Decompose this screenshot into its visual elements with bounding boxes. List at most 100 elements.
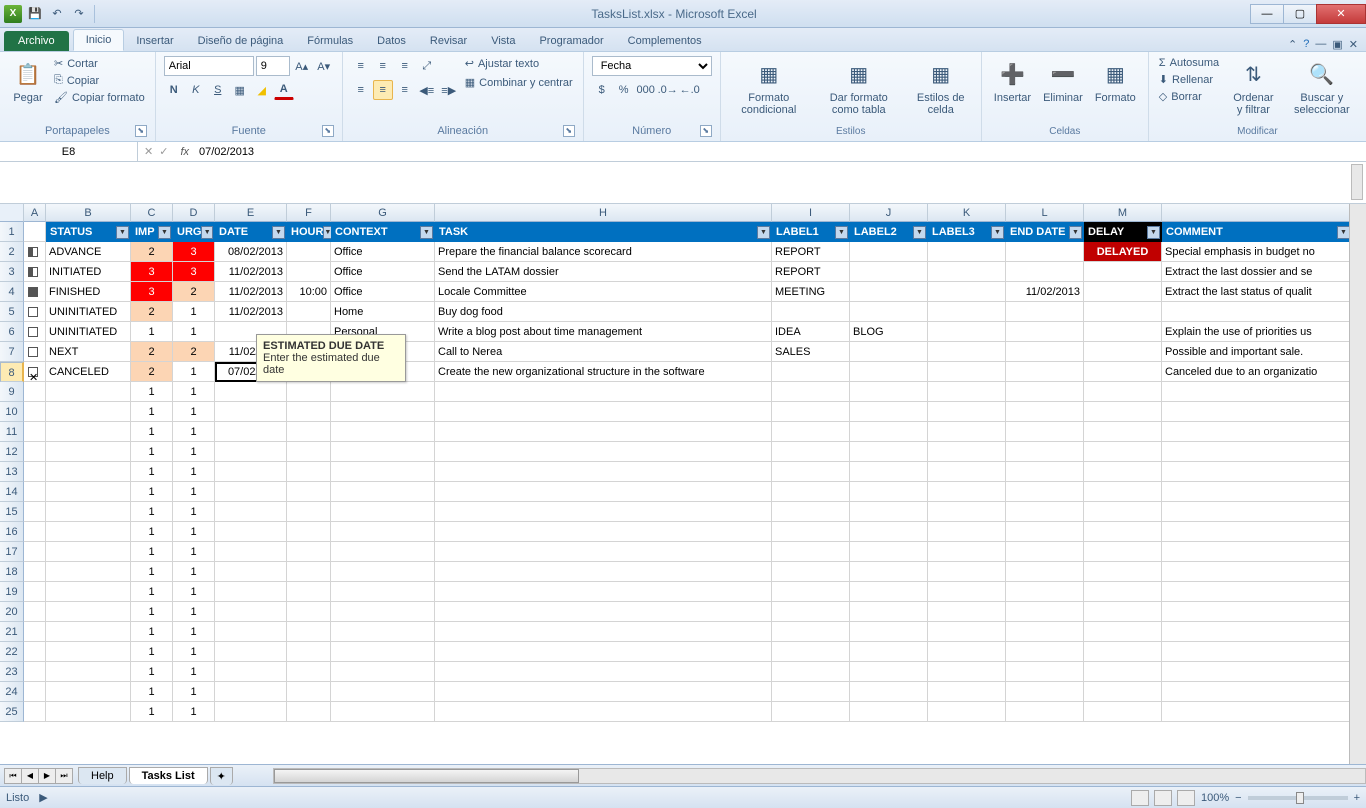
sheet-nav-next[interactable]: ▶ [38,768,56,784]
table-header-context[interactable]: CONTEXT▼ [331,222,435,242]
row-header-6[interactable]: 6 [0,322,24,342]
row-header-20[interactable]: 20 [0,602,24,622]
bold-button[interactable]: N [164,80,184,100]
clipboard-dialog-launcher[interactable]: ⬊ [135,125,147,137]
zoom-slider[interactable] [1248,796,1348,800]
shrink-font-button[interactable]: A▾ [314,56,334,76]
row-header-16[interactable]: 16 [0,522,24,542]
name-box[interactable]: E8 [0,142,138,161]
row-header-25[interactable]: 25 [0,702,24,722]
tab-programador[interactable]: Programador [527,31,615,51]
delete-button[interactable]: ➖Eliminar [1039,56,1087,106]
row-header-13[interactable]: 13 [0,462,24,482]
align-top-button[interactable]: ≡ [351,56,371,76]
minimize-ribbon-button[interactable]: ⌃ [1288,38,1297,51]
row-header-21[interactable]: 21 [0,622,24,642]
zoom-in-button[interactable]: + [1354,792,1360,804]
row-header-9[interactable]: 9 [0,382,24,402]
tab-complementos[interactable]: Complementos [616,31,714,51]
col-header-L[interactable]: L [1006,204,1084,222]
row-header-22[interactable]: 22 [0,642,24,662]
vertical-scrollbar[interactable] [1349,204,1366,764]
number-format-select[interactable]: Fecha [592,56,712,76]
font-dialog-launcher[interactable]: ⬊ [322,125,334,137]
currency-button[interactable]: $ [592,80,612,100]
fill-color-button[interactable]: ◢ [252,80,272,100]
row-header-4[interactable]: 4 [0,282,24,302]
row-header-19[interactable]: 19 [0,582,24,602]
minimize-button[interactable]: — [1250,4,1284,24]
row-header-24[interactable]: 24 [0,682,24,702]
row-header-5[interactable]: 5 [0,302,24,322]
border-button[interactable]: ▦ [230,80,250,100]
table-header-status[interactable]: STATUS▼ [46,222,131,242]
row-header-15[interactable]: 15 [0,502,24,522]
col-header-K[interactable]: K [928,204,1006,222]
tab-datos[interactable]: Datos [365,31,418,51]
autosum-button[interactable]: ΣAutosuma [1157,56,1221,70]
table-header-task[interactable]: TASK▼ [435,222,772,242]
find-select-button[interactable]: 🔍Buscar y seleccionar [1286,56,1358,118]
macro-record-icon[interactable]: ▶ [39,791,47,804]
row-header-7[interactable]: 7 [0,342,24,362]
number-dialog-launcher[interactable]: ⬊ [700,125,712,137]
sheet-nav-first[interactable]: ⏮ [4,768,22,784]
fx-icon[interactable]: fx [174,146,195,158]
format-painter-button[interactable]: 🖌Copiar formato [52,90,147,105]
table-header-date[interactable]: DATE▼ [215,222,287,242]
paste-button[interactable]: 📋 Pegar [8,56,48,106]
table-header-hour[interactable]: HOUR▼ [287,222,331,242]
format-table-button[interactable]: ▦Dar formato como tabla [813,56,905,118]
table-header-delay[interactable]: DELAY▼ [1084,222,1162,242]
row-header-12[interactable]: 12 [0,442,24,462]
undo-button[interactable]: ↶ [48,5,66,23]
align-left-button[interactable]: ≡ [351,80,371,100]
format-button[interactable]: ▦Formato [1091,56,1140,106]
window-close-icon[interactable]: ✕ [1349,38,1358,51]
redo-button[interactable]: ↷ [70,5,88,23]
maximize-button[interactable]: ▢ [1283,4,1317,24]
underline-button[interactable]: S [208,80,228,100]
row-header-10[interactable]: 10 [0,402,24,422]
row-header-3[interactable]: 3 [0,262,24,282]
sheet-nav-last[interactable]: ⏭ [55,768,73,784]
tab-inicio[interactable]: Inicio [73,29,125,51]
row-header-2[interactable]: 2 [0,242,24,262]
col-header-G[interactable]: G [331,204,435,222]
col-header-I[interactable]: I [772,204,850,222]
decimal-decrease-button[interactable]: ←.0 [680,80,700,100]
alignment-dialog-launcher[interactable]: ⬊ [563,125,575,137]
help-button[interactable]: ? [1303,38,1309,51]
row-header-14[interactable]: 14 [0,482,24,502]
normal-view-button[interactable] [1131,790,1149,806]
table-header-label1[interactable]: LABEL1▼ [772,222,850,242]
formula-input[interactable]: 07/02/2013 [195,146,1366,158]
indent-increase-button[interactable]: ≡▶ [439,80,459,100]
new-sheet-button[interactable]: ✦ [210,767,233,785]
row-header-17[interactable]: 17 [0,542,24,562]
align-right-button[interactable]: ≡ [395,80,415,100]
cell-styles-button[interactable]: ▦Estilos de celda [909,56,973,118]
italic-button[interactable]: K [186,80,206,100]
row-header-11[interactable]: 11 [0,422,24,442]
font-name-input[interactable] [164,56,254,76]
decimal-increase-button[interactable]: .0→ [658,80,678,100]
tab-formulas[interactable]: Fórmulas [295,31,365,51]
grow-font-button[interactable]: A▴ [292,56,312,76]
row-header-1[interactable]: 1 [0,222,24,242]
cancel-formula-icon[interactable]: ✕ [144,145,153,158]
comma-button[interactable]: 000 [636,80,656,100]
tab-revisar[interactable]: Revisar [418,31,479,51]
table-header-imp[interactable]: IMP▼ [131,222,173,242]
formula-expand-handle[interactable] [1351,164,1363,200]
window-restore-icon[interactable]: ▣ [1332,38,1342,51]
file-tab[interactable]: Archivo [4,31,69,51]
save-button[interactable]: 💾 [26,5,44,23]
percent-button[interactable]: % [614,80,634,100]
align-middle-button[interactable]: ≡ [373,56,393,76]
sort-filter-button[interactable]: ⇅Ordenar y filtrar [1225,56,1281,118]
row-header-23[interactable]: 23 [0,662,24,682]
tab-insertar[interactable]: Insertar [124,31,185,51]
col-header-A[interactable]: A [24,204,46,222]
clear-button[interactable]: ◇Borrar [1157,89,1221,104]
